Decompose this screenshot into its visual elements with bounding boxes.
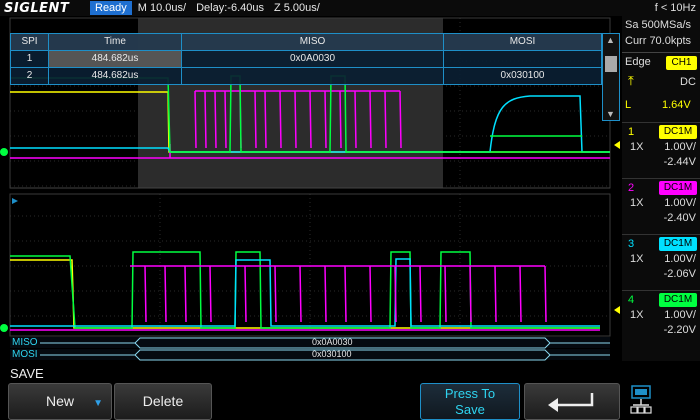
save-button-line1: Press To bbox=[444, 386, 496, 401]
miso-bus-label: MISO bbox=[12, 337, 38, 348]
row-index: 1 bbox=[11, 51, 49, 67]
channel-offset: -2.40V bbox=[663, 212, 696, 224]
row-mosi: 0x030100 bbox=[500, 70, 545, 81]
right-info-panel: Sa 500MSa/s Curr 70.0kpts Edge CH1 ⤒ DC … bbox=[622, 16, 700, 361]
channel-number: 4 bbox=[628, 294, 635, 306]
timebase-readout[interactable]: M 10.0us/ bbox=[138, 2, 186, 14]
header-spi: SPI bbox=[11, 34, 49, 50]
channel-2-panel[interactable]: 2 DC1M 1X 1.00V/ -2.40V bbox=[622, 178, 700, 234]
header-miso: MISO bbox=[182, 34, 444, 50]
mosi-bus-value: 0x030100 bbox=[312, 349, 352, 359]
row-miso bbox=[182, 68, 444, 84]
channel-4-panel[interactable]: 4 DC1M 1X 1.00V/ -2.20V bbox=[622, 290, 700, 346]
table-row[interactable]: 1 484.682us 0x0A0030 bbox=[11, 51, 601, 68]
press-to-save-button[interactable]: Press To Save bbox=[420, 383, 520, 420]
header-mosi: MOSI bbox=[509, 36, 536, 47]
run-status-badge[interactable]: Ready bbox=[90, 1, 132, 15]
ch4-marker-main bbox=[0, 148, 8, 156]
menu-title: SAVE bbox=[10, 366, 44, 381]
table-row[interactable]: 2 484.682us 0x030100 bbox=[11, 68, 601, 85]
waveform-display[interactable]: SPI Time MISO MOSI 1 484.682us 0x0A0030 … bbox=[0, 16, 622, 361]
channel-probe: 1X bbox=[630, 141, 644, 153]
sample-rate: Sa 500MSa/s bbox=[625, 19, 692, 31]
top-status-bar: SIGLENT Ready M 10.0us/ Delay:-6.40us Z … bbox=[0, 0, 700, 16]
delete-button-label: Delete bbox=[142, 393, 184, 409]
row-time: 484.682us bbox=[49, 51, 182, 67]
trigger-frequency-readout: f < 10Hz bbox=[654, 2, 696, 14]
rising-edge-icon: ⤒ bbox=[628, 73, 634, 88]
trigger-level: 1.64V bbox=[662, 99, 691, 111]
current-points: Curr 70.0kpts bbox=[625, 35, 692, 47]
channel-number: 2 bbox=[628, 182, 635, 194]
scroll-up-icon[interactable]: ▲ bbox=[606, 35, 615, 45]
trigger-level-label: L bbox=[625, 99, 632, 111]
channel-scale: 1.00V/ bbox=[664, 141, 696, 153]
scroll-down-icon[interactable]: ▼ bbox=[606, 109, 615, 119]
channel-3-panel[interactable]: 3 DC1M 1X 1.00V/ -2.06V bbox=[622, 234, 700, 290]
channel-probe: 1X bbox=[630, 197, 644, 209]
return-arrow-icon bbox=[548, 393, 594, 412]
mosi-bus-label: MOSI bbox=[12, 349, 38, 360]
channel-number: 1 bbox=[628, 126, 635, 138]
channel-offset: -2.20V bbox=[663, 324, 696, 336]
header-time: Time bbox=[49, 34, 182, 50]
save-button-line2: Save bbox=[455, 402, 485, 417]
row-miso: 0x0A0030 bbox=[182, 51, 444, 67]
channel-coupling-badge: DC1M bbox=[659, 293, 697, 307]
channel-offset: -2.44V bbox=[663, 156, 696, 168]
trigger-level-marker-zoom bbox=[614, 306, 620, 314]
channel-coupling-badge: DC1M bbox=[659, 181, 697, 195]
trigger-type: Edge bbox=[625, 56, 651, 68]
row-mosi bbox=[444, 51, 601, 67]
channel-probe: 1X bbox=[630, 309, 644, 321]
channel-number: 3 bbox=[628, 238, 635, 250]
trigger-coupling: DC bbox=[680, 76, 696, 88]
row-time: 484.682us bbox=[49, 68, 182, 84]
trigger-time-marker bbox=[12, 198, 18, 204]
trigger-source-badge[interactable]: CH1 bbox=[666, 56, 697, 70]
trigger-panel[interactable]: Edge CH1 ⤒ DC L 1.64V bbox=[622, 52, 700, 120]
channel-scale: 1.00V/ bbox=[664, 197, 696, 209]
zoom-timebase-readout[interactable]: Z 5.00us/ bbox=[274, 2, 320, 14]
zoom-window-grid bbox=[10, 194, 610, 334]
delete-button[interactable]: Delete bbox=[114, 383, 212, 420]
ch4-marker-zoom bbox=[0, 324, 8, 332]
row-index: 2 bbox=[11, 68, 49, 84]
channel-offset: -2.06V bbox=[663, 268, 696, 280]
scrollbar-thumb[interactable] bbox=[605, 56, 617, 72]
brand-logo: SIGLENT bbox=[4, 0, 70, 16]
table-header-row: SPI Time MISO MOSI bbox=[11, 34, 601, 51]
chevron-down-icon: ▼ bbox=[93, 398, 103, 409]
channel-scale: 1.00V/ bbox=[664, 309, 696, 321]
delay-readout[interactable]: Delay:-6.40us bbox=[196, 2, 264, 14]
channel-coupling-badge: DC1M bbox=[659, 125, 697, 139]
table-scrollbar[interactable]: ▲ ▼ bbox=[602, 33, 620, 121]
trigger-level-marker bbox=[614, 141, 620, 149]
new-button[interactable]: New ▼ bbox=[8, 383, 112, 420]
channel-1-panel[interactable]: 1 DC1M 1X 1.00V/ -2.44V bbox=[622, 122, 700, 178]
channel-probe: 1X bbox=[630, 253, 644, 265]
miso-bus-value: 0x0A0030 bbox=[312, 337, 353, 347]
decode-bus-rows bbox=[10, 337, 610, 361]
spi-decode-table[interactable]: SPI Time MISO MOSI 1 484.682us 0x0A0030 … bbox=[10, 33, 602, 85]
channel-scale: 1.00V/ bbox=[664, 253, 696, 265]
channel-coupling-badge: DC1M bbox=[659, 237, 697, 251]
network-icon bbox=[630, 385, 652, 414]
return-button[interactable] bbox=[524, 383, 620, 420]
